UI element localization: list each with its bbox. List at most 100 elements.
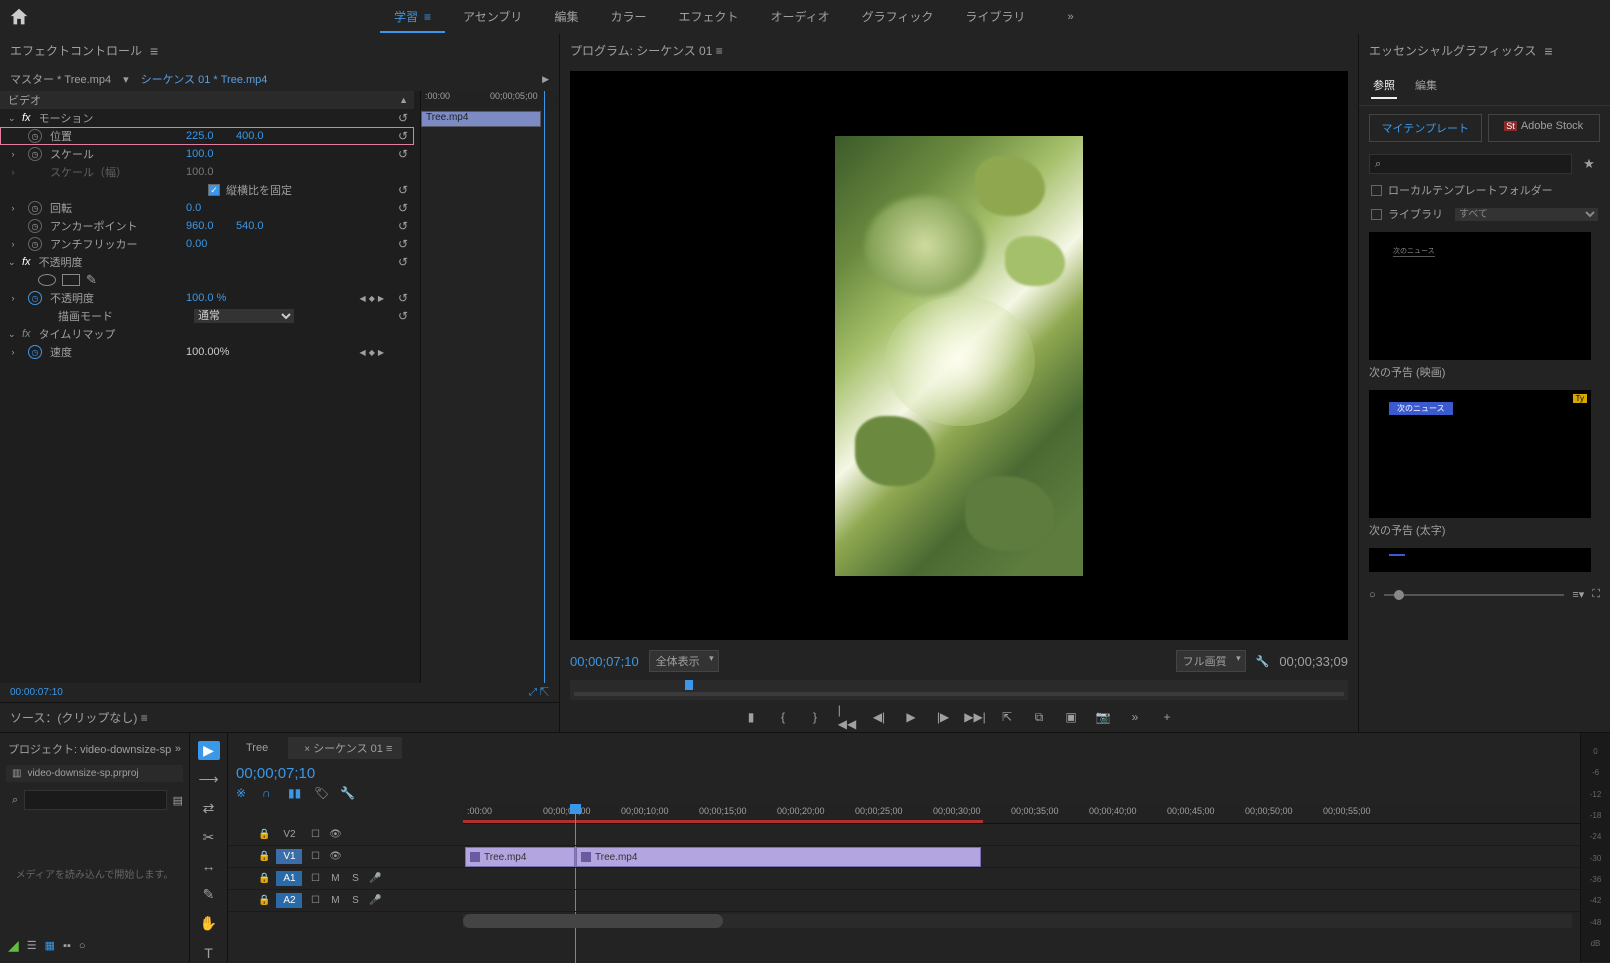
- filter-icon[interactable]: ▤: [173, 794, 183, 807]
- zoom-icon[interactable]: ⤢: [529, 687, 537, 698]
- bracket-out-icon[interactable]: }: [806, 708, 824, 726]
- effect-controls-timecode[interactable]: 00:00:07:10: [10, 687, 63, 698]
- panel-menu-icon[interactable]: ≡: [386, 743, 392, 755]
- reset-icon[interactable]: ↺: [398, 255, 408, 269]
- export-frame-icon[interactable]: ▣: [1062, 708, 1080, 726]
- track-header-v1[interactable]: 🔒 V1 ☐ 👁: [228, 846, 463, 868]
- mini-clip-bar[interactable]: Tree.mp4: [421, 111, 541, 127]
- rotation-value[interactable]: 0.0: [186, 202, 236, 214]
- eye-icon[interactable]: 👁: [328, 851, 342, 862]
- track-select-tool-icon[interactable]: ⟶: [198, 770, 220, 789]
- opacity-value[interactable]: 100.0 %: [186, 292, 236, 304]
- checkbox-icon[interactable]: [1371, 185, 1382, 196]
- lock-icon[interactable]: 🔒: [258, 895, 270, 906]
- step-back-icon[interactable]: ◀|: [870, 708, 888, 726]
- panel-menu-icon[interactable]: ≡: [1544, 43, 1552, 59]
- sort-icon[interactable]: ≡▾: [1572, 588, 1584, 601]
- timeline-timecode[interactable]: 00;00;07;10: [236, 765, 436, 782]
- reset-icon[interactable]: ↺: [398, 291, 408, 305]
- lock-icon[interactable]: 🔒: [258, 851, 270, 862]
- blend-mode-select[interactable]: 通常: [194, 309, 294, 323]
- extract-icon[interactable]: ⧉: [1030, 708, 1048, 726]
- selection-tool-icon[interactable]: ▶: [198, 741, 220, 760]
- lift-icon[interactable]: ⇱: [998, 708, 1016, 726]
- tab-edit[interactable]: 編集: [1413, 73, 1439, 99]
- opacity-property-row[interactable]: › ◷ 不透明度 100.0 % ◀◆▶ ↺: [0, 289, 414, 307]
- stopwatch-icon[interactable]: ◷: [28, 291, 42, 305]
- timeline-ruler[interactable]: :00:00 00;00;05;00 00;00;10;00 00;00;15;…: [463, 804, 1580, 824]
- icon-view-icon[interactable]: ▦: [45, 939, 55, 952]
- hand-tool-icon[interactable]: ✋: [198, 914, 220, 933]
- checkbox-icon[interactable]: ✓: [208, 184, 220, 196]
- program-timecode[interactable]: 00;00;07;10: [570, 654, 639, 669]
- rotation-property-row[interactable]: › ◷ 回転 0.0 ↺: [0, 199, 414, 217]
- list-view-icon[interactable]: ☰: [27, 939, 37, 952]
- eye-icon[interactable]: 👁: [328, 829, 342, 840]
- position-x-value[interactable]: 225.0: [186, 130, 236, 142]
- position-y-value[interactable]: 400.0: [236, 130, 286, 142]
- opacity-effect-row[interactable]: ⌄ fx 不透明度 ↺: [0, 253, 414, 271]
- overflow-icon[interactable]: »: [1126, 708, 1144, 726]
- snap-icon[interactable]: ※: [236, 786, 252, 802]
- reset-icon[interactable]: ↺: [398, 201, 408, 215]
- play-icon[interactable]: ▶: [542, 74, 549, 85]
- rect-mask-icon[interactable]: [62, 274, 80, 286]
- track-content-area[interactable]: Tree.mp4 Tree.mp4: [463, 824, 1580, 912]
- reset-icon[interactable]: ↺: [398, 237, 408, 251]
- uniform-scale-row[interactable]: ✓ 縦横比を固定 ↺: [0, 181, 414, 199]
- lock-icon[interactable]: 🔒: [258, 873, 270, 884]
- go-to-in-icon[interactable]: |◀◀: [838, 708, 856, 726]
- template-thumbnail[interactable]: [1369, 548, 1591, 572]
- track-name[interactable]: A1: [276, 871, 302, 886]
- anchor-y-value[interactable]: 540.0: [236, 220, 286, 232]
- sync-lock-icon[interactable]: ☐: [308, 851, 322, 862]
- reset-icon[interactable]: ↺: [398, 147, 408, 161]
- marker-icon[interactable]: ▮▮: [288, 786, 304, 802]
- speed-value[interactable]: 100.00%: [186, 346, 236, 358]
- mini-playhead[interactable]: [544, 91, 545, 683]
- anchor-x-value[interactable]: 960.0: [186, 220, 236, 232]
- master-clip-label[interactable]: マスター * Tree.mp4: [10, 71, 111, 87]
- stopwatch-icon[interactable]: ◷: [28, 129, 42, 143]
- quality-dropdown[interactable]: フル画質: [1176, 650, 1246, 672]
- favorite-filter-icon[interactable]: ★: [1578, 156, 1600, 172]
- program-video-area[interactable]: [570, 71, 1348, 640]
- wrench-icon[interactable]: 🔧: [1256, 655, 1270, 668]
- project-search-input[interactable]: [24, 790, 166, 810]
- antiflicker-property-row[interactable]: › ◷ アンチフリッカー 0.00 ↺: [0, 235, 414, 253]
- library-checkbox-row[interactable]: ライブラリ すべて: [1359, 202, 1610, 226]
- workspace-tab-effects[interactable]: エフェクト: [664, 2, 752, 33]
- tag-icon[interactable]: 🏷: [314, 786, 330, 802]
- panel-menu-icon[interactable]: ≡: [150, 43, 158, 59]
- zoom-slider[interactable]: [1384, 594, 1565, 596]
- stopwatch-icon[interactable]: ◷: [28, 201, 42, 215]
- step-forward-icon[interactable]: |▶: [934, 708, 952, 726]
- zoom-small-icon[interactable]: ○: [79, 940, 86, 952]
- mark-in-icon[interactable]: ▮: [742, 708, 760, 726]
- track-name[interactable]: V2: [276, 827, 302, 842]
- reset-icon[interactable]: ↺: [398, 309, 408, 323]
- new-item-icon[interactable]: ◢: [8, 937, 19, 954]
- sync-lock-icon[interactable]: ☐: [308, 873, 322, 884]
- twirl-icon[interactable]: ⌄: [8, 113, 18, 124]
- workspace-tab-assembly[interactable]: アセンブリ: [449, 2, 536, 33]
- solo-icon[interactable]: S: [348, 873, 362, 884]
- stopwatch-icon[interactable]: ◷: [28, 147, 42, 161]
- my-templates-button[interactable]: マイテンプレート: [1369, 114, 1482, 142]
- reset-icon[interactable]: ↺: [398, 183, 408, 197]
- linked-selection-icon[interactable]: ∩: [262, 786, 278, 802]
- effect-mini-timeline[interactable]: :00:00 00;00;05;00 Tree.mp4: [420, 91, 559, 683]
- sequence-clip-label[interactable]: シーケンス 01 * Tree.mp4: [141, 71, 268, 87]
- blend-mode-row[interactable]: 描画モード 通常 ↺: [0, 307, 414, 325]
- add-button-icon[interactable]: +: [1158, 708, 1176, 726]
- fullscreen-icon[interactable]: ⛶: [1592, 588, 1600, 601]
- camera-icon[interactable]: 📷: [1094, 708, 1112, 726]
- track-header-v2[interactable]: 🔒 V2 ☐ 👁: [228, 824, 463, 846]
- slip-tool-icon[interactable]: ↔: [198, 857, 220, 876]
- reset-icon[interactable]: ↺: [398, 129, 408, 143]
- export-icon[interactable]: ⇱: [540, 687, 549, 698]
- stopwatch-icon[interactable]: ◷: [28, 237, 42, 251]
- pen-mask-icon[interactable]: ✎: [86, 272, 97, 288]
- overflow-icon[interactable]: »: [175, 743, 181, 755]
- workspace-tab-graphics[interactable]: グラフィック: [848, 2, 948, 33]
